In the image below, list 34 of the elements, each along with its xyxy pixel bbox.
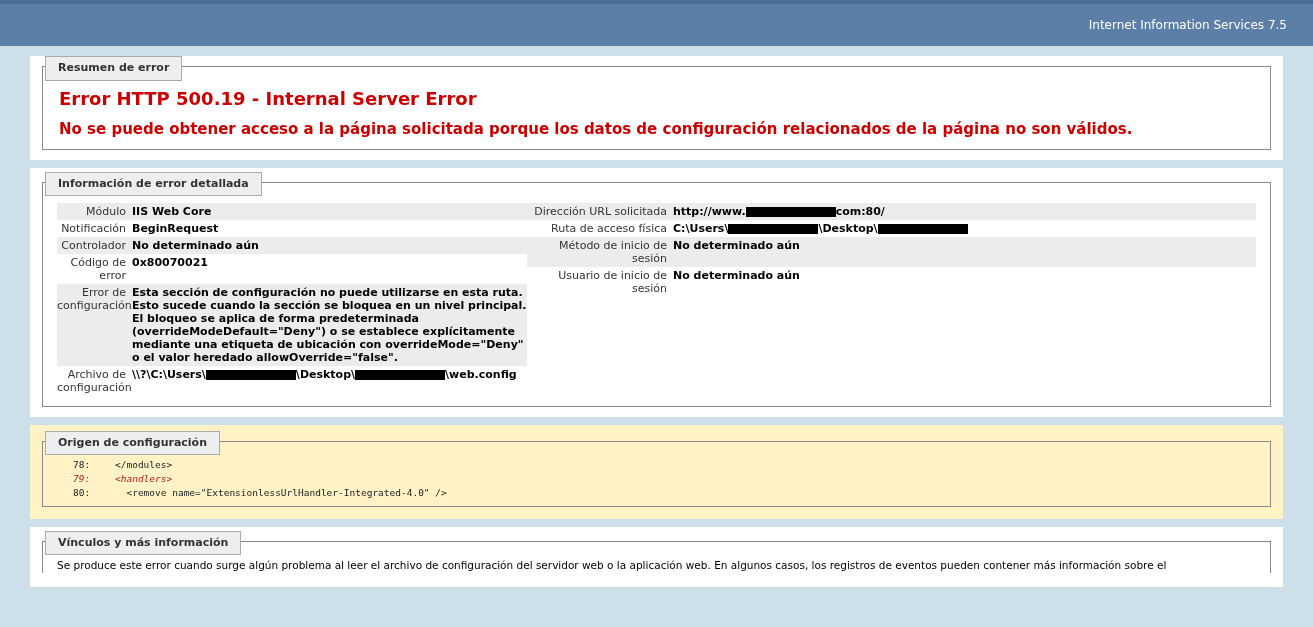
field-value: http://www. com:80/ [673, 204, 886, 218]
field-label: Método de inicio de sesión [558, 238, 668, 265]
code-line: <remove name="ExtensionlessUrlHandler-Integrated-4.0" /> [125, 485, 447, 500]
line-number: 80: [73, 485, 92, 500]
section-legend: Información de error detallada [45, 171, 262, 196]
field-label: Archivo de configuración [57, 367, 132, 394]
line-number: 79: [73, 471, 92, 486]
field-label: Módulo [85, 204, 127, 218]
field-label: Notificación [60, 221, 127, 235]
field-value: 0x80070021 [132, 255, 209, 271]
field-value: BeginRequest [132, 221, 220, 235]
field-label: Controlador [60, 238, 127, 252]
field-value: IIS Web Core [132, 204, 213, 218]
field-value: Esta sección de configuración no puede utilizarse en esta ruta. Esto sucede cuando la sección se bloquea en un nivel principal. El bloqueo se aplica de forma predeterminada (overrideModeDefault="Deny") o se establece explícitamente mediante una etiqueta de ubicación con overrideMode="Deny" o el valor heredado allowOverride="false". [132, 285, 527, 364]
info-paragraph: Se produce este error cuando surge algún problema al leer el archivo de configuración del servidor web o la aplicación web. En algunos casos, los registros de eventos pueden contener más información sobre el [57, 557, 1168, 573]
field-label: Error de configuración [57, 285, 132, 314]
field-value: No determinado aún [673, 268, 801, 284]
field-value: \\?\C:\Users\ \Desktop\ \web.config [132, 367, 518, 383]
section-legend: Resumen de error [45, 56, 183, 81]
section-legend: Vínculos y más información [45, 530, 242, 555]
field-label: Usuario de inicio de sesión [557, 268, 668, 295]
field-label: Código de error [69, 255, 127, 282]
code-line: <handlers> [115, 471, 173, 486]
section-legend: Origen de configuración [45, 430, 220, 455]
field-value: No determinado aún [132, 238, 260, 252]
product-name: Internet Information Services 7.5 [1088, 17, 1287, 34]
field-label: Ruta de acceso física [550, 221, 668, 235]
field-value: C:\Users\ \Desktop\ [673, 221, 1256, 235]
code-line: </modules> [115, 457, 173, 472]
field-value: No determinado aún [673, 238, 801, 254]
line-number: 78: [73, 457, 92, 472]
error-title: Error HTTP 500.19 - Internal Server Error [59, 87, 478, 111]
error-message: No se puede obtener acceso a la página solicitada porque los datos de configuración relacionados de la página no son válidos. [59, 119, 1134, 140]
field-label: Dirección URL solicitada [533, 204, 668, 218]
